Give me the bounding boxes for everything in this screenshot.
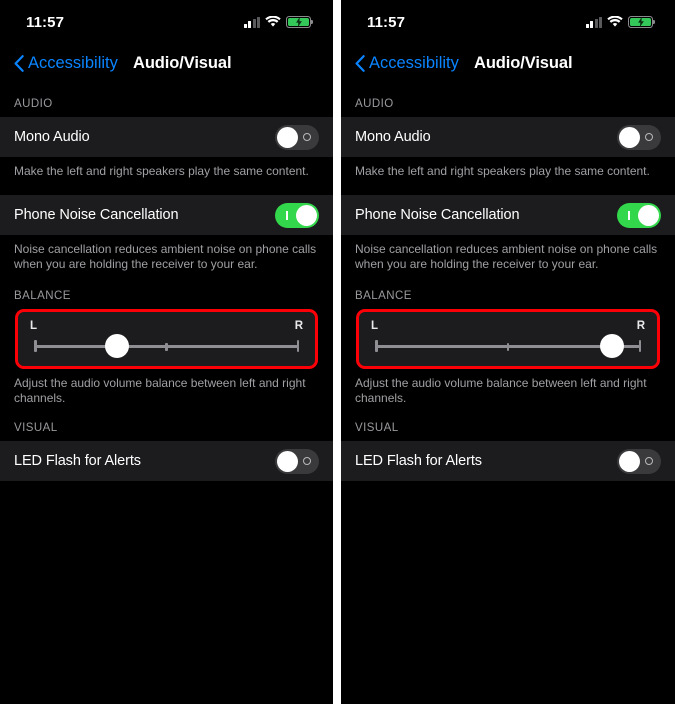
noise-cancellation-description: Noise cancellation reduces ambient noise… <box>0 235 333 274</box>
balance-channel-labels: L R <box>371 312 645 332</box>
top-spacer <box>341 82 675 98</box>
wifi-icon <box>607 16 623 27</box>
right-phone-screen: 11:57 Accessibility Audio/Visual AUDIO M… <box>341 0 675 704</box>
panel-divider <box>333 0 341 704</box>
mono-audio-description: Make the left and right speakers play th… <box>341 157 675 179</box>
row-led-flash-for-alerts[interactable]: LED Flash for Alerts <box>341 441 675 481</box>
dual-screenshot-comparison: 11:57 Accessibility Audio/Visual AUDIO M… <box>0 0 675 704</box>
navigation-bar: Accessibility Audio/Visual <box>0 44 333 82</box>
row-phone-noise-cancellation[interactable]: Phone Noise Cancellation <box>341 195 675 235</box>
section-header-audio: AUDIO <box>0 98 333 117</box>
row-led-flash-for-alerts[interactable]: LED Flash for Alerts <box>0 441 333 481</box>
page-title: Audio/Visual <box>474 53 573 72</box>
toggle-off-circle-icon <box>645 457 653 465</box>
noise-cancellation-label: Phone Noise Cancellation <box>14 207 179 223</box>
toggle-off-circle-icon <box>645 133 653 141</box>
spacer-before-balance <box>341 274 675 290</box>
left-phone-screen: 11:57 Accessibility Audio/Visual AUDIO M… <box>0 0 333 704</box>
slider-right-cap <box>296 340 299 352</box>
mono-audio-label: Mono Audio <box>14 129 90 145</box>
back-button-label: Accessibility <box>369 53 459 72</box>
cellular-signal-icon <box>585 16 602 28</box>
section-header-audio: AUDIO <box>341 98 675 117</box>
balance-slider-highlight-box: L R <box>356 309 660 369</box>
toggle-off-circle-icon <box>303 133 311 141</box>
toggle-knob <box>619 126 640 148</box>
led-flash-label: LED Flash for Alerts <box>14 453 141 469</box>
status-bar: 11:57 <box>0 0 333 44</box>
row-phone-noise-cancellation[interactable]: Phone Noise Cancellation <box>0 195 333 235</box>
toggle-knob <box>277 126 298 148</box>
navigation-bar: Accessibility Audio/Visual <box>341 44 675 82</box>
row-mono-audio[interactable]: Mono Audio <box>341 117 675 157</box>
balance-slider-highlight-box: L R <box>15 309 318 369</box>
balance-slider[interactable] <box>371 334 645 358</box>
battery-charging-icon <box>286 16 314 28</box>
slider-right-cap <box>638 340 641 352</box>
lightning-bolt-icon <box>295 17 302 27</box>
status-bar-icons <box>243 16 314 28</box>
toggle-on-bar-icon <box>628 210 630 220</box>
mono-audio-description: Make the left and right speakers play th… <box>0 157 333 179</box>
spacer-before-visual <box>0 406 333 422</box>
lightning-bolt-icon <box>637 17 644 27</box>
back-button-accessibility[interactable]: Accessibility <box>355 54 459 73</box>
spacer-after-mono <box>0 179 333 195</box>
balance-left-label: L <box>30 320 38 332</box>
back-button-accessibility[interactable]: Accessibility <box>14 54 118 73</box>
balance-right-label: R <box>294 320 303 332</box>
cellular-signal-icon <box>243 16 260 28</box>
top-spacer <box>0 82 333 98</box>
slider-thumb[interactable] <box>600 334 625 358</box>
toggle-knob <box>296 204 317 226</box>
section-header-visual: VISUAL <box>341 422 675 441</box>
toggle-knob <box>277 450 298 472</box>
balance-left-label: L <box>371 320 379 332</box>
toggle-knob <box>619 450 640 472</box>
balance-description: Adjust the audio volume balance between … <box>341 369 675 406</box>
section-header-balance: BALANCE <box>341 290 675 309</box>
spacer-before-balance <box>0 274 333 290</box>
section-header-visual: VISUAL <box>0 422 333 441</box>
chevron-left-icon <box>355 54 365 72</box>
row-mono-audio[interactable]: Mono Audio <box>0 117 333 157</box>
status-bar: 11:57 <box>341 0 675 44</box>
noise-cancellation-description: Noise cancellation reduces ambient noise… <box>341 235 675 274</box>
slider-left-cap <box>34 340 37 352</box>
status-bar-time: 11:57 <box>367 13 406 31</box>
noise-cancellation-toggle[interactable] <box>617 202 661 228</box>
page-title: Audio/Visual <box>133 53 232 72</box>
slider-left-cap <box>375 340 378 352</box>
balance-channel-labels: L R <box>30 312 303 332</box>
slider-thumb[interactable] <box>105 334 130 358</box>
led-flash-toggle[interactable] <box>275 448 319 474</box>
battery-charging-icon <box>628 16 656 28</box>
toggle-off-circle-icon <box>303 457 311 465</box>
spacer-after-mono <box>341 179 675 195</box>
toggle-knob <box>638 204 659 226</box>
led-flash-toggle[interactable] <box>617 448 661 474</box>
status-bar-time: 11:57 <box>26 13 65 31</box>
spacer-before-visual <box>341 406 675 422</box>
wifi-icon <box>265 16 281 27</box>
back-button-label: Accessibility <box>28 53 118 72</box>
mono-audio-label: Mono Audio <box>355 129 431 145</box>
balance-description: Adjust the audio volume balance between … <box>0 369 333 406</box>
balance-slider[interactable] <box>30 334 303 358</box>
mono-audio-toggle[interactable] <box>275 124 319 150</box>
status-bar-icons <box>585 16 656 28</box>
mono-audio-toggle[interactable] <box>617 124 661 150</box>
noise-cancellation-toggle[interactable] <box>275 202 319 228</box>
noise-cancellation-label: Phone Noise Cancellation <box>355 207 520 223</box>
toggle-on-bar-icon <box>286 210 288 220</box>
section-header-balance: BALANCE <box>0 290 333 309</box>
slider-center-tick <box>165 342 168 351</box>
chevron-left-icon <box>14 54 24 72</box>
led-flash-label: LED Flash for Alerts <box>355 453 482 469</box>
balance-right-label: R <box>636 320 645 332</box>
slider-center-tick <box>506 342 510 351</box>
